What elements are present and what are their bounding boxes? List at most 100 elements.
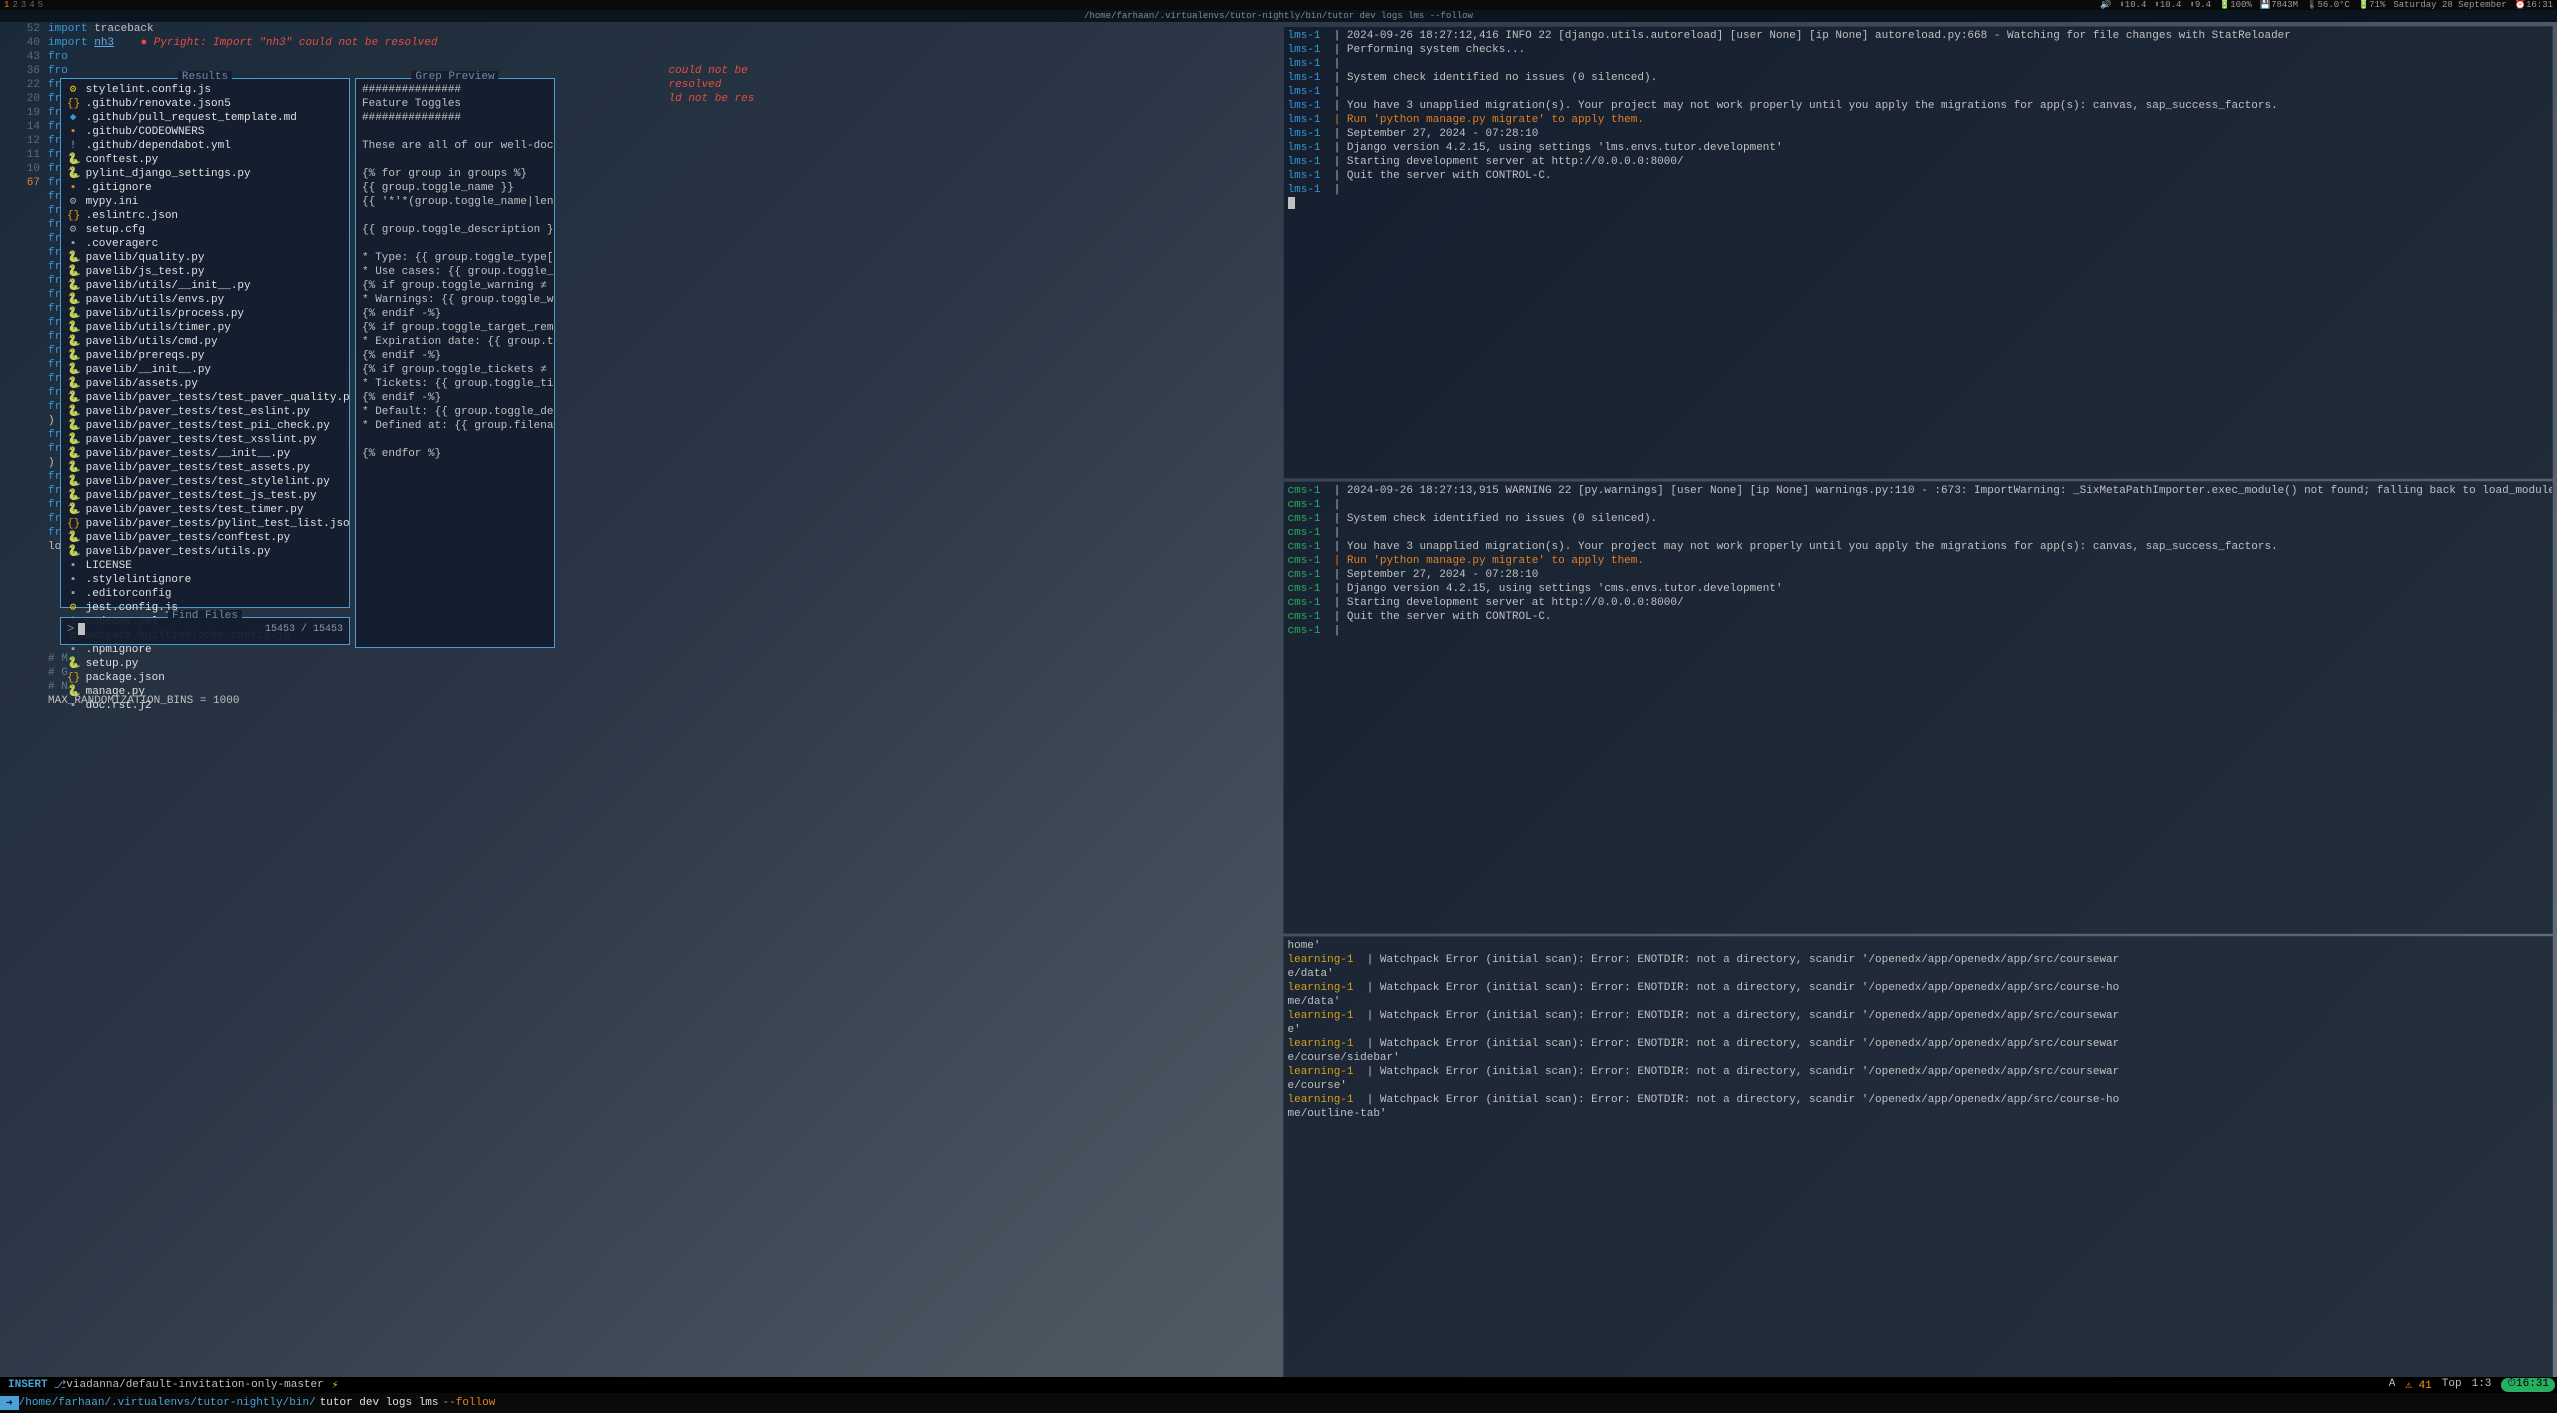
result-item[interactable]: ⚙ mypy.ini [67,195,343,209]
result-item[interactable]: 🐍 pavelib/utils/timer.py [67,321,343,335]
result-item[interactable]: 🐍 pavelib/utils/__init__.py [67,279,343,293]
workspace-5[interactable]: 5 [38,0,43,10]
code-line[interactable]: fro [48,50,1275,64]
log-line: lms-1 | September 27, 2024 - 07:28:10 [1288,127,2549,141]
cms-log-pane[interactable]: cms-1 | 2024-09-26 18:27:13,915 WARNING … [1283,481,2554,934]
screen: 12345 🔊⬇10.4⬆10.4⬆9.4🔋100%💾7843M🌡56.0°C🔋… [0,0,2557,1413]
cwd-path: /home/farhaan/.virtualenvs/tutor-nightly… [19,1397,316,1409]
result-item[interactable]: 🐍 pavelib/paver_tests/test_assets.py [67,461,343,475]
log-line: lms-1 | You have 3 unapplied migration(s… [1288,99,2549,113]
file-icon: 🐍 [67,293,79,307]
command-flag: --follow [443,1397,496,1409]
tray-item: ⬆9.4 [2189,0,2211,10]
log-line: lms-1 | System check identified no issue… [1288,71,2549,85]
warning-count: ⚠ 41 [2405,1378,2431,1392]
workspace-3[interactable]: 3 [21,0,26,10]
line-number: 19 [0,106,40,120]
result-item[interactable]: {} .github/renovate.json5 [67,97,343,111]
code-line[interactable]: import nh3 ● Pyright: Import "nh3" could… [48,36,1275,50]
result-item[interactable]: ▪ .stylelintignore [67,573,343,587]
tray-item: 💾7843M [2260,0,2298,10]
result-item[interactable]: ◆ .github/pull_request_template.md [67,111,343,125]
file-icon: ! [67,139,79,153]
line-number: 12 [0,134,40,148]
file-icon: 🐍 [67,433,79,447]
lms-log-pane[interactable]: lms-1 | 2024-09-26 18:27:12,416 INFO 22 … [1283,26,2554,479]
grep-preview-popup: Grep Preview ############### Feature Tog… [355,78,555,648]
log-line: cms-1 | You have 3 unapplied migration(s… [1288,540,2549,554]
workspace-1[interactable]: 1 [4,0,9,10]
result-item[interactable]: ⚙ stylelint.config.js [67,83,343,97]
terminal-command-bar[interactable]: ➜ /home/farhaan/.virtualenvs/tutor-night… [0,1393,2557,1413]
log-line: learning-1 | Watchpack Error (initial sc… [1288,1065,2549,1079]
file-icon: 🐍 [67,377,79,391]
find-files-popup[interactable]: Find Files > 15453 / 15453 [60,617,350,645]
editor-statusbar: INSERT ⎇ viadanna/default-invitation-onl… [0,1377,2557,1393]
result-item[interactable]: {} pavelib/paver_tests/pylint_test_list.… [67,517,343,531]
result-item[interactable]: ! .github/dependabot.yml [67,139,343,153]
code-line[interactable]: MAX_RANDOMIZATION_BINS = 1000 [48,694,1275,708]
result-item[interactable]: 🐍 pavelib/paver_tests/test_timer.py [67,503,343,517]
log-line: lms-1 | Performing system checks... [1288,43,2549,57]
results-popup[interactable]: Results ⚙ stylelint.config.js{} .github/… [60,78,350,608]
result-item[interactable]: 🐍 pavelib/paver_tests/test_eslint.py [67,405,343,419]
log-line: cms-1 | Run 'python manage.py migrate' t… [1288,554,2549,568]
log-line: cms-1 | [1288,526,2549,540]
result-item[interactable]: 🐍 pavelib/prereqs.py [67,349,343,363]
main-area: 524043362220191412111067 import tracebac… [0,22,2557,1393]
result-item[interactable]: {} .eslintrc.json [67,209,343,223]
file-icon: {} [67,209,79,223]
result-item[interactable]: 🐍 pavelib/paver_tests/test_paver_quality… [67,391,343,405]
editor-pane[interactable]: 524043362220191412111067 import tracebac… [0,22,1279,1393]
log-line: e' [1288,1023,2549,1037]
result-item[interactable]: 🐍 pavelib/quality.py [67,251,343,265]
result-item[interactable]: ▪ .gitignore [67,181,343,195]
log-line: lms-1 | Django version 4.2.15, using set… [1288,141,2549,155]
log-line: me/data' [1288,995,2549,1009]
workspace-2[interactable]: 2 [12,0,17,10]
file-icon: ▪ [67,181,79,195]
code-line[interactable]: import traceback [48,22,1275,36]
code-line[interactable]: # G [48,666,1275,680]
log-line: cms-1 | 2024-09-26 18:27:13,915 WARNING … [1288,484,2549,498]
file-icon: 🐍 [67,349,79,363]
result-item[interactable]: 🐍 pavelib/utils/cmd.py [67,335,343,349]
result-item[interactable]: 🐍 pavelib/utils/envs.py [67,293,343,307]
result-item[interactable]: ▪ LICENSE [67,559,343,573]
file-icon: ⚙ [67,223,79,237]
result-item[interactable]: ▪ .editorconfig [67,587,343,601]
result-item[interactable]: 🐍 pavelib/paver_tests/test_js_test.py [67,489,343,503]
file-icon: 🐍 [67,335,79,349]
tray-item: ⬆10.4 [2154,0,2181,10]
workspace-4[interactable]: 4 [29,0,34,10]
file-icon: 🐍 [67,363,79,377]
result-item[interactable]: 🐍 pylint_django_settings.py [67,167,343,181]
result-item[interactable]: 🐍 pavelib/paver_tests/__init__.py [67,447,343,461]
result-item[interactable]: 🐍 pavelib/paver_tests/test_stylelint.py [67,475,343,489]
result-item[interactable]: 🐍 pavelib/utils/process.py [67,307,343,321]
result-item[interactable]: 🐍 pavelib/paver_tests/test_pii_check.py [67,419,343,433]
result-item[interactable]: 🐍 conftest.py [67,153,343,167]
result-item[interactable]: 🐍 pavelib/assets.py [67,377,343,391]
file-icon: ▪ [67,237,79,251]
result-item[interactable]: ⚙ setup.cfg [67,223,343,237]
learning-log-pane[interactable]: home'learning-1 | Watchpack Error (initi… [1283,936,2554,1389]
col-indicator: A [2389,1378,2396,1392]
result-item[interactable]: 🐍 pavelib/paver_tests/utils.py [67,545,343,559]
result-item[interactable]: 🐍 pavelib/paver_tests/conftest.py [67,531,343,545]
result-item[interactable]: 🐍 pavelib/paver_tests/test_xsslint.py [67,433,343,447]
log-line: lms-1 | Starting development server at h… [1288,155,2549,169]
result-item[interactable]: ▪ .coveragerc [67,237,343,251]
line-number: 11 [0,148,40,162]
code-line[interactable]: # N [48,680,1275,694]
log-line: lms-1 | Quit the server with CONTROL-C. [1288,169,2549,183]
code-line[interactable]: # M [48,652,1275,666]
result-item[interactable]: 🐍 pavelib/js_test.py [67,265,343,279]
line-gutter: 524043362220191412111067 [0,22,44,190]
log-line: e/course/sidebar' [1288,1051,2549,1065]
result-item[interactable]: 🐍 pavelib/__init__.py [67,363,343,377]
log-line: e/data' [1288,967,2549,981]
file-icon: 🐍 [67,531,79,545]
result-item[interactable]: ▪ .github/CODEOWNERS [67,125,343,139]
file-icon: ◆ [67,111,79,125]
